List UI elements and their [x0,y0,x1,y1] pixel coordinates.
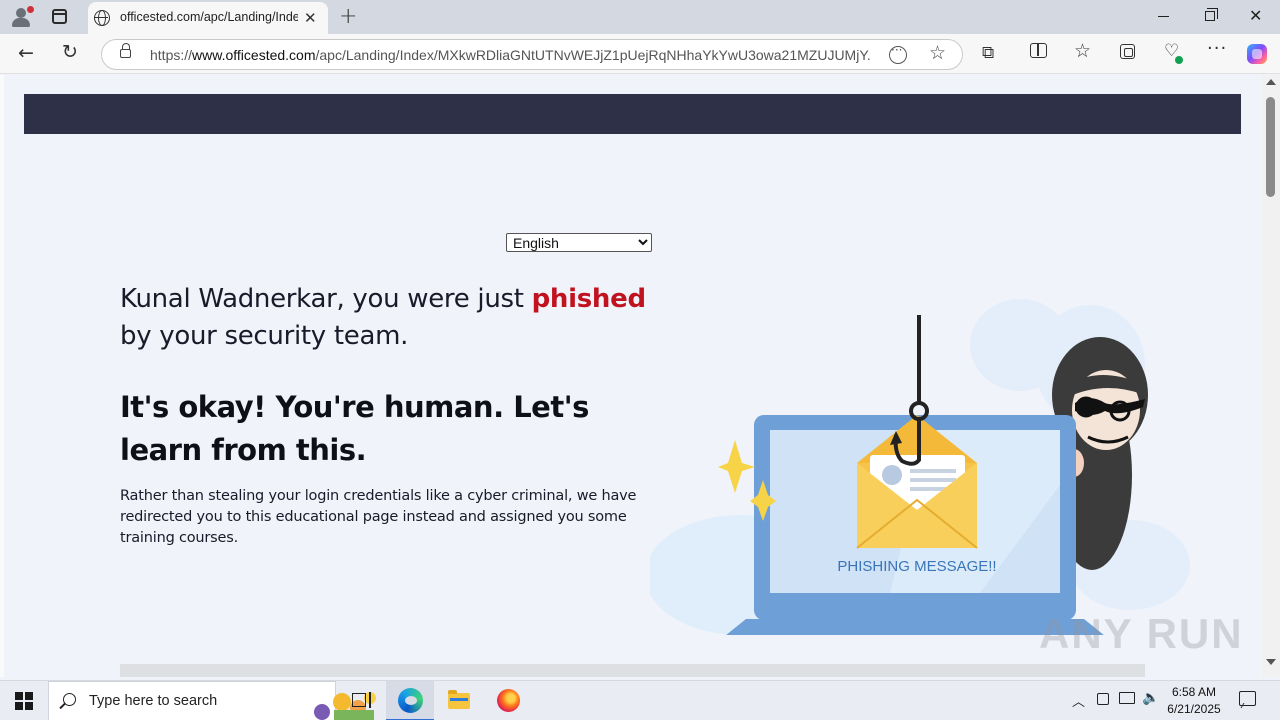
file-explorer-icon[interactable] [436,681,484,720]
profile-icon[interactable] [10,6,34,28]
illustration-caption: PHISHING MESSAGE!! [837,558,996,575]
more-icon[interactable]: ··· [1207,38,1227,59]
performance-status-dot [1175,56,1183,64]
close-icon[interactable]: ✕ [304,9,317,27]
lock-icon[interactable] [120,43,131,58]
split-screen-icon[interactable] [1030,43,1047,58]
task-view-icon[interactable] [338,681,386,720]
content-divider [120,664,1145,677]
phished-highlight: phished [531,284,646,314]
start-icon[interactable] [15,692,33,710]
collections-icon[interactable] [1120,44,1135,59]
search-placeholder: Type here to search [89,693,218,709]
sparkle-icon [718,440,755,493]
language-select[interactable]: English [506,233,652,252]
window-close-icon[interactable]: ✕ [1249,6,1262,25]
explanation-text: Rather than stealing your login credenti… [120,488,637,546]
globe-icon [94,10,110,26]
scroll-down-icon[interactable] [1266,659,1276,665]
refresh-icon[interactable]: ↻ [62,41,78,63]
tab-actions-icon[interactable] [52,9,67,24]
address-bar[interactable]: https://www.officested.com/apc/Landing/I… [101,39,963,70]
favorite-star-icon[interactable]: ☆ [929,42,946,64]
phishing-illustration: PHISHING MESSAGE!! [650,299,1190,635]
volume-icon[interactable]: 🔈 [1142,690,1159,706]
scroll-up-icon[interactable] [1266,79,1276,85]
browser-toolbar: ← ↻ https://www.officested.com/apc/Landi… [0,34,1280,74]
scroll-thumb[interactable] [1266,97,1275,197]
scrollbar[interactable] [1262,75,1280,677]
search-icon [63,693,76,706]
page-viewport: English Kunal Wadnerkar, you were just p… [0,75,1262,677]
minimize-icon[interactable] [1158,16,1169,17]
clock-time: 6:58 AM [1171,685,1217,699]
copilot-icon[interactable] [1247,44,1267,64]
clock-date: 6/21/2025 [1167,702,1221,716]
restore-icon[interactable] [1205,8,1218,21]
extensions-icon[interactable]: ⧉ [982,43,994,63]
show-hidden-icons-icon[interactable]: ︿ [1072,691,1085,710]
subheadline: It's okay! You're human. Let's learn fro… [120,390,589,467]
header-banner [24,94,1241,134]
read-aloud-icon[interactable] [889,43,907,64]
taskbar-search[interactable]: Type here to search [48,681,376,720]
firefox-icon[interactable] [484,681,532,720]
page-title: Kunal Wadnerkar, you were just phished b… [120,284,646,351]
browser-tab[interactable]: officested.com/apc/Landing/Index/MXkwRDl… [88,2,328,34]
edge-icon[interactable] [386,681,434,720]
new-tab-icon[interactable]: + [339,4,357,29]
meet-now-icon[interactable] [1097,693,1109,705]
windows-taskbar: Type here to search ︿ 🔈 6:58 AM 6/21/202… [0,680,1280,720]
back-icon[interactable]: ← [18,42,34,64]
clock[interactable]: 6:58 AM 6/21/2025 [1162,684,1226,718]
watermark: ANY RUN [1039,610,1244,657]
favorites-icon[interactable]: ☆ [1074,40,1091,62]
network-icon[interactable] [1119,692,1135,704]
browser-titlebar: officested.com/apc/Landing/Index/MXkwRDl… [0,0,1280,34]
url-text[interactable]: https://www.officested.com/apc/Landing/I… [150,47,872,63]
tab-title: officested.com/apc/Landing/Index/MXkwRDl… [120,10,298,24]
notifications-icon[interactable] [1239,691,1256,706]
